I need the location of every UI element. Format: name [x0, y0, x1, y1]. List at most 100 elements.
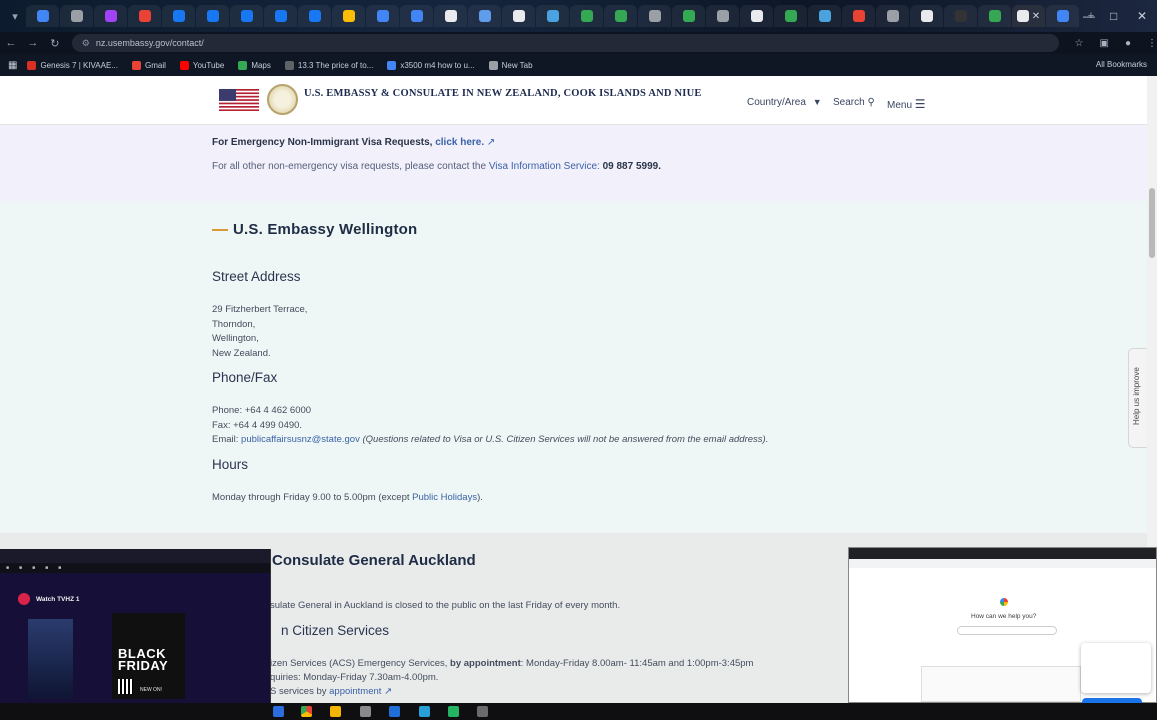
- heading-accent-rule: [212, 229, 228, 231]
- browser-tab[interactable]: [842, 5, 875, 27]
- emergency-visa-text: For Emergency Non-Immigrant Visa Request…: [212, 137, 436, 148]
- browser-tab[interactable]: [128, 5, 161, 27]
- bookmark-star-icon[interactable]: ☆: [1075, 38, 1084, 49]
- bookmark-item[interactable]: Gmail: [131, 60, 166, 70]
- bookmark-item[interactable]: YouTube: [179, 60, 224, 70]
- taskbar-chrome-icon[interactable]: [301, 706, 312, 717]
- emergency-visa-line: For Emergency Non-Immigrant Visa Request…: [212, 137, 495, 148]
- emergency-visa-link[interactable]: click here.: [435, 137, 484, 148]
- browser-tab[interactable]: [706, 5, 739, 27]
- browser-tab[interactable]: [808, 5, 841, 27]
- site-title[interactable]: U.S. EMBASSY & CONSULATE IN NEW ZEALAND,…: [304, 87, 704, 100]
- close-window-icon[interactable]: ✕: [1137, 9, 1147, 23]
- browser-tab[interactable]: [434, 5, 467, 27]
- all-bookmarks-button[interactable]: All Bookmarks: [1096, 60, 1147, 69]
- tab-favicon-icon: [274, 10, 287, 22]
- reload-icon[interactable]: ↻: [44, 37, 66, 50]
- help-search-box[interactable]: [957, 626, 1057, 635]
- bookmark-favicon-icon: [27, 60, 37, 70]
- taskbar-app-icon[interactable]: [273, 706, 284, 717]
- tab-favicon-icon: [1056, 10, 1069, 22]
- promo-tag: NEW ON!: [140, 687, 162, 693]
- browser-tab[interactable]: [298, 5, 331, 27]
- browser-tab[interactable]: [264, 5, 297, 27]
- browser-menu-icon[interactable]: ⋮: [1147, 38, 1157, 49]
- bookmark-item[interactable]: New Tab: [488, 60, 533, 70]
- bookmark-item[interactable]: Maps: [238, 60, 271, 70]
- browser-tab[interactable]: [944, 5, 977, 27]
- bookmark-item[interactable]: Genesis 7 | KIVAAE...: [27, 60, 118, 70]
- address-bar[interactable]: ⚙ nz.usembassy.gov/contact/: [71, 34, 1059, 52]
- site-info-icon[interactable]: ⚙: [82, 38, 90, 49]
- browser-tab[interactable]: [26, 5, 59, 27]
- scrollbar-thumb[interactable]: [1149, 188, 1155, 258]
- browser-tab[interactable]: [468, 5, 501, 27]
- tab-favicon-icon: [104, 10, 117, 22]
- browser-tab[interactable]: [910, 5, 943, 27]
- browser-tab[interactable]: [672, 5, 705, 27]
- help-preview-window[interactable]: How can we help you?: [848, 547, 1157, 706]
- taskbar-telegram-icon[interactable]: [419, 706, 430, 717]
- browser-tab[interactable]: [1046, 5, 1079, 27]
- acs-text: izen Services (ACS) Emergency Services,: [270, 658, 451, 669]
- browser-tab[interactable]: [978, 5, 1011, 27]
- watch-channel-row[interactable]: Watch TVHZ 1: [18, 593, 79, 605]
- browser-tab[interactable]: [332, 5, 365, 27]
- search-button[interactable]: Search ⚲: [833, 97, 875, 108]
- browser-tab[interactable]: [570, 5, 603, 27]
- apps-grid-icon[interactable]: ▦: [8, 60, 17, 71]
- forward-icon[interactable]: →: [22, 37, 44, 49]
- tab-favicon-icon: [444, 10, 457, 22]
- browser-tab[interactable]: [196, 5, 229, 27]
- country-area-dropdown[interactable]: Country/Area ▼: [747, 97, 822, 108]
- tab-favicon-icon: [138, 10, 151, 22]
- hours-end: ).: [477, 492, 483, 503]
- browser-tab[interactable]: [230, 5, 263, 27]
- browser-tab[interactable]: [638, 5, 671, 27]
- tab-search-icon[interactable]: ▾: [4, 10, 26, 23]
- bookmark-item[interactable]: x3500 m4 how to u...: [387, 60, 475, 70]
- browser-tab[interactable]: [502, 5, 535, 27]
- appointment-link[interactable]: appointment: [329, 686, 381, 697]
- browser-tab[interactable]: [366, 5, 399, 27]
- taskbar-app-icon[interactable]: [360, 706, 371, 717]
- taskbar-folder-icon[interactable]: [330, 706, 341, 717]
- close-tab-icon[interactable]: ✕: [1032, 11, 1040, 22]
- tab-favicon-icon: [648, 10, 661, 22]
- back-icon[interactable]: ←: [0, 37, 22, 49]
- menu-button[interactable]: Menu ☰: [887, 97, 926, 111]
- tab-favicon-icon: [308, 10, 321, 22]
- browser-tab[interactable]: [400, 5, 433, 27]
- email-link[interactable]: publicaffairsusnz@state.gov: [241, 434, 360, 445]
- preview-thumbnail[interactable]: [28, 619, 73, 699]
- browser-tab[interactable]: [536, 5, 569, 27]
- taskbar-app-icon[interactable]: [448, 706, 459, 717]
- taskbar-camera-icon[interactable]: [477, 706, 488, 717]
- browser-tab[interactable]: [60, 5, 93, 27]
- browser-tab[interactable]: [162, 5, 195, 27]
- browser-tab[interactable]: ✕: [1012, 5, 1045, 27]
- browser-tab[interactable]: [774, 5, 807, 27]
- public-holidays-link[interactable]: Public Holidays: [412, 492, 477, 503]
- taskbar: [0, 703, 1157, 720]
- extensions-icon[interactable]: ▣: [1099, 38, 1108, 49]
- video-preview-window[interactable]: ■ ■ ■ ■ ■ Watch TVHZ 1 BLACK FRIDAY NEW ON!: [0, 549, 271, 703]
- embassy-seal-icon[interactable]: [267, 84, 298, 115]
- caret-down-icon: ▼: [812, 97, 822, 107]
- us-flag-icon[interactable]: [219, 89, 259, 111]
- visa-information-service-link[interactable]: Visa Information Service: [489, 161, 597, 172]
- help-us-improve-tab[interactable]: Help us improve: [1128, 348, 1147, 448]
- maximize-window-icon[interactable]: □: [1110, 9, 1117, 23]
- taskbar-app-icon[interactable]: [389, 706, 400, 717]
- profile-avatar-icon[interactable]: ●: [1125, 38, 1131, 49]
- browser-tab[interactable]: [94, 5, 127, 27]
- browser-tab[interactable]: [876, 5, 909, 27]
- bookmark-favicon-icon: [284, 60, 294, 70]
- browser-tab[interactable]: [604, 5, 637, 27]
- promo-banner[interactable]: BLACK FRIDAY NEW ON!: [112, 613, 185, 699]
- minimize-window-icon[interactable]: —: [1083, 9, 1095, 23]
- tab-favicon-icon: [682, 10, 695, 22]
- bookmark-favicon-icon: [488, 60, 498, 70]
- bookmark-item[interactable]: 13.3 The price of to...: [284, 60, 373, 70]
- browser-tab[interactable]: [740, 5, 773, 27]
